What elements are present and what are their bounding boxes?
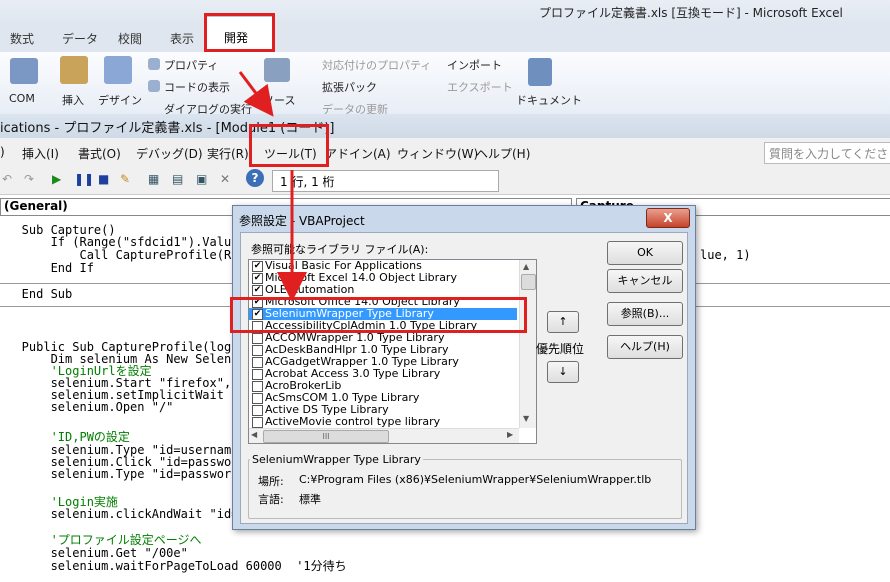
arrow-developer-to-tools xyxy=(238,71,274,117)
annotation-arrows xyxy=(238,71,307,302)
